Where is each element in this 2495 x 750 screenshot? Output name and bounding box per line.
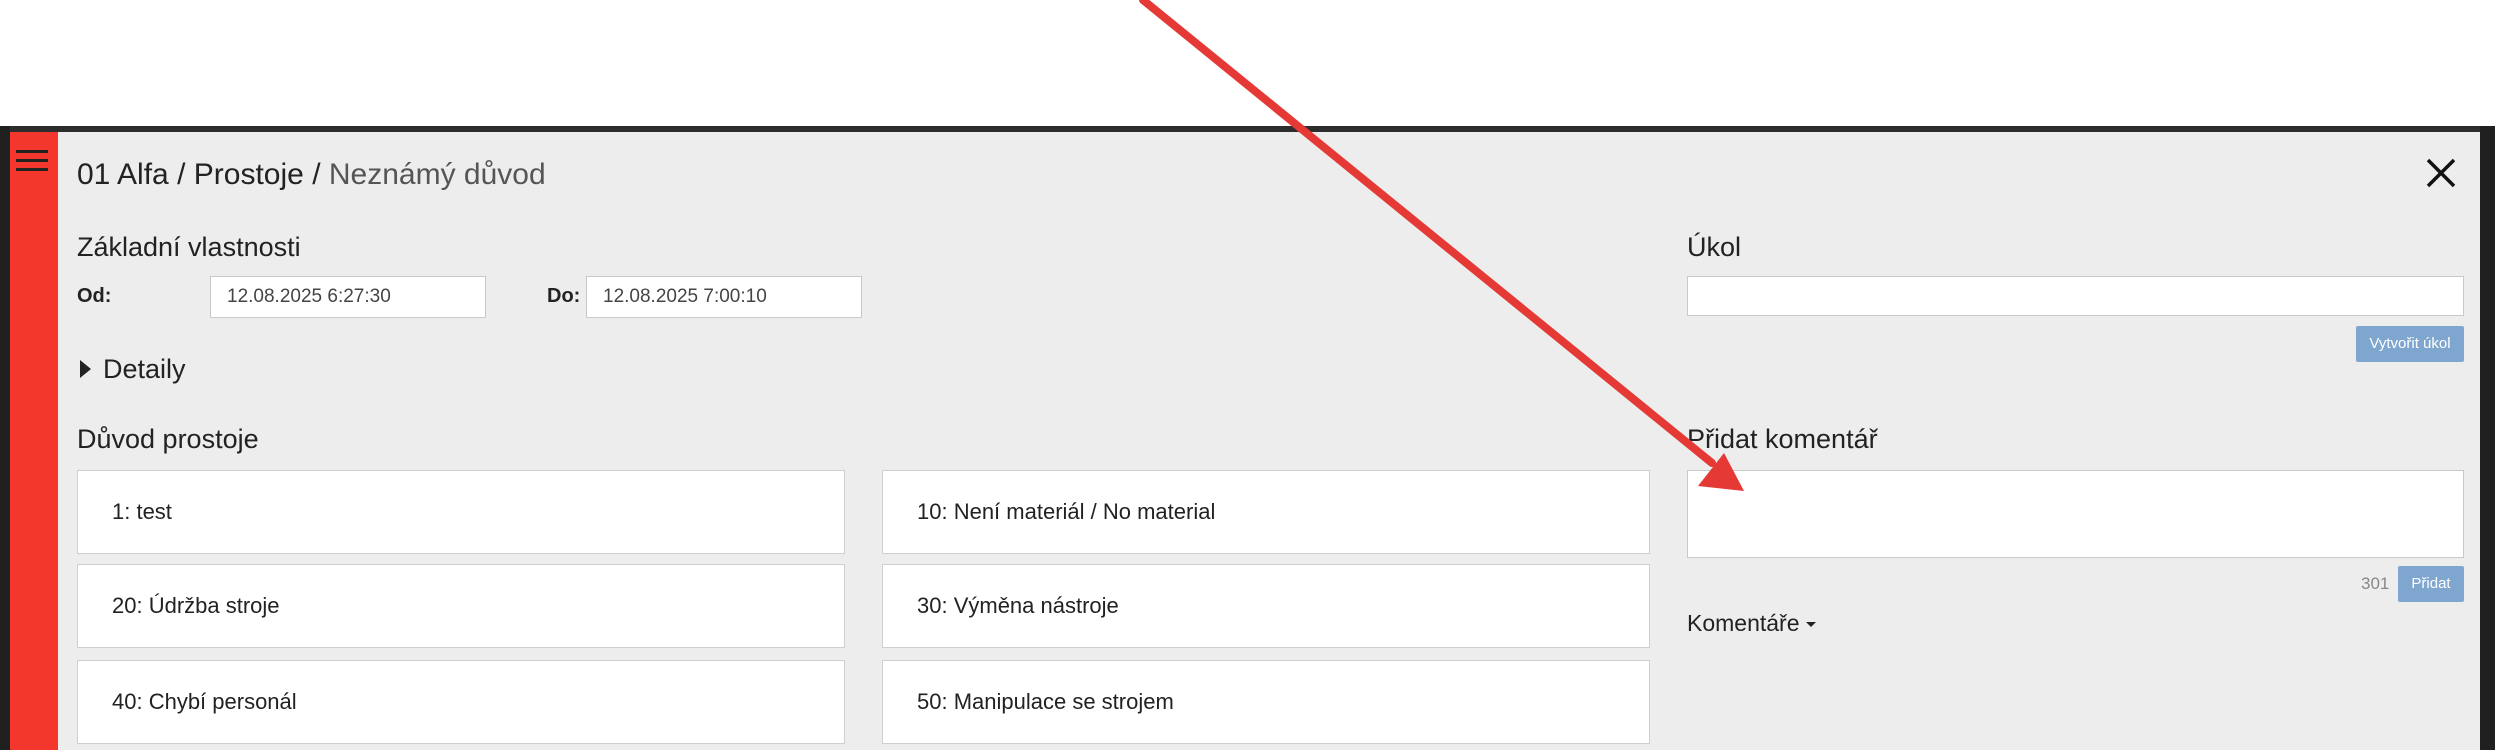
accent-rail [10,132,58,750]
caret-right-icon [80,359,91,378]
add-comment-button[interactable]: Přidat [2398,566,2464,602]
breadcrumb-current: Neznámý důvod [328,158,546,191]
reason-option[interactable]: 50: Manipulace se strojem [882,660,1650,744]
task-heading: Úkol [1687,232,1742,262]
page-title: 01 Alfa / Prostoje / Neznámý důvod [77,158,546,192]
comment-char-counter: 301 [2361,574,2390,593]
close-icon[interactable] [2422,154,2460,192]
background-app-right-edge [2480,126,2495,750]
reason-heading: Důvod prostoje [77,424,259,454]
background-app-left-edge [0,126,10,750]
details-toggle[interactable]: Detaily [80,354,186,385]
reason-option[interactable]: 30: Výměna nástroje [882,564,1650,648]
breadcrumb-separator: / [312,158,321,191]
create-task-button[interactable]: Vytvořit úkol [2356,326,2464,362]
reason-option[interactable]: 20: Údržba stroje [77,564,845,648]
breadcrumb-separator: / [177,158,186,191]
reason-option[interactable]: 10: Není materiál / No material [882,470,1650,554]
from-label: Od: [77,285,112,307]
comments-label: Komentáře [1687,610,1800,636]
basic-properties-heading: Základní vlastnosti [77,232,301,262]
breadcrumb-line[interactable]: 01 Alfa [77,158,169,191]
page-top-area [0,0,2495,126]
add-comment-heading: Přidat komentář [1687,424,1878,454]
comments-toggle[interactable]: Komentáře [1687,610,1816,637]
breadcrumb-section[interactable]: Prostoje [194,158,304,191]
to-field[interactable]: 12.08.2025 7:00:10 [586,276,862,318]
to-label: Do: [547,285,581,307]
reason-option[interactable]: 1: test [77,470,845,554]
caret-down-icon [1805,622,1816,628]
menu-icon[interactable] [16,146,48,174]
comment-textarea[interactable] [1687,470,2464,558]
task-input[interactable] [1687,276,2464,316]
reason-option[interactable]: 40: Chybí personál [77,660,845,744]
details-label: Detaily [103,354,186,384]
from-field[interactable]: 12.08.2025 6:27:30 [210,276,486,318]
downtime-dialog: 01 Alfa / Prostoje / Neznámý důvod Zákla… [10,132,2480,750]
